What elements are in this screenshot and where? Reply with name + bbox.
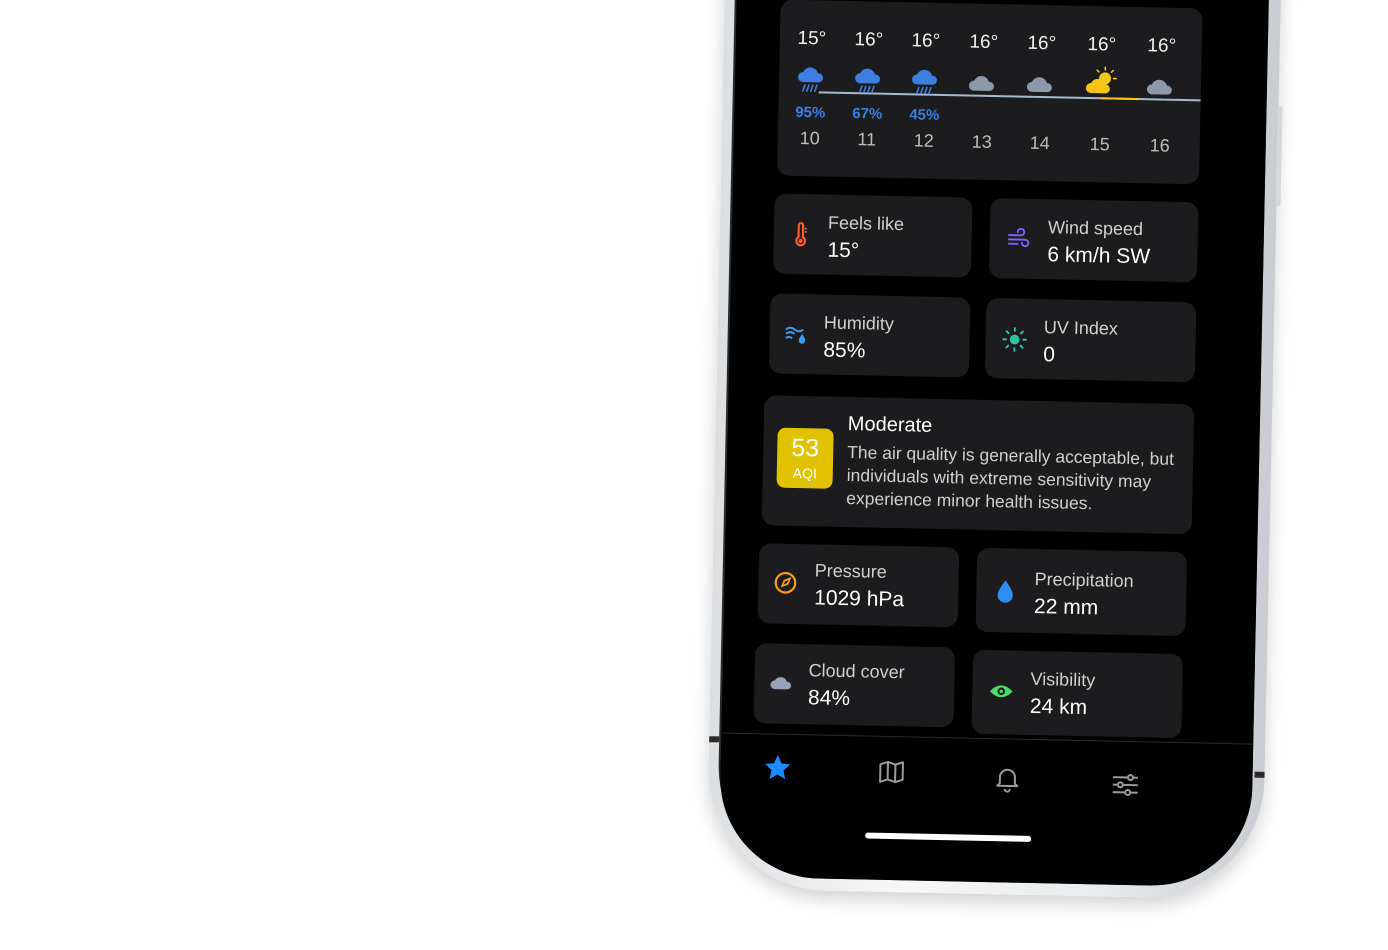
visibility-label: Visibility <box>1030 668 1096 691</box>
hourly-temp: 16° <box>1147 35 1177 57</box>
precipitation-value: 22 mm <box>1033 594 1099 620</box>
hourly-precip-chance: 67% <box>852 105 883 123</box>
aqi-description: The air quality is generally acceptable,… <box>846 442 1175 514</box>
rain-cloud-icon <box>912 69 938 95</box>
tab-bar <box>718 732 1254 885</box>
aqi-level: Moderate <box>847 413 933 437</box>
hourly-item: 16° 13 <box>953 3 1013 180</box>
air-quality-card[interactable]: 53 AQI Moderate The air quality is gener… <box>761 395 1195 535</box>
wind-icon <box>1007 227 1030 248</box>
visibility-value: 24 km <box>1029 694 1088 720</box>
humidity-icon <box>785 326 806 344</box>
pressure-value: 1029 hPa <box>813 586 905 612</box>
feels-like-value: 15° <box>827 238 860 263</box>
cloud-icon <box>1146 79 1172 95</box>
cloud-cover-label: Cloud cover <box>808 660 905 683</box>
hourly-precip-chance <box>1072 110 1128 111</box>
aqi-value: 53 <box>791 433 820 463</box>
hourly-hour: 13 <box>971 131 992 152</box>
star-icon[interactable] <box>762 752 793 783</box>
rain-cloud-icon <box>798 67 824 93</box>
aqi-badge: 53 AQI <box>776 427 834 489</box>
pressure-label: Pressure <box>814 560 887 582</box>
sliders-icon[interactable] <box>1110 770 1141 801</box>
gauge-icon <box>774 571 797 594</box>
hourly-precip-chance <box>954 107 1010 108</box>
hourly-temp: 16° <box>911 30 941 52</box>
hourly-hour: 10 <box>799 127 821 149</box>
sun-icon <box>1002 327 1027 352</box>
hourly-item: 16° 15 <box>1071 6 1131 183</box>
hourly-forecast-card: 15° 95% 10 16° 67% 11 16° 45% 12 16° 13 16° 14 16° 15 1… <box>777 0 1203 185</box>
antenna-band <box>709 736 720 743</box>
hourly-hour: 15 <box>1089 134 1110 155</box>
pressure-card[interactable]: Pressure 1029 hPa <box>757 543 960 628</box>
hourly-hour: 14 <box>1029 132 1050 154</box>
hourly-precip-chance: 45% <box>909 106 940 124</box>
app-screen: 15° 95% 10 16° 67% 11 16° 45% 12 16° 13 16° 14 16° 15 1… <box>718 0 1270 888</box>
home-indicator[interactable] <box>865 832 1032 842</box>
humidity-card[interactable]: Humidity 85% <box>768 293 971 378</box>
hourly-item: 16° 16 <box>1131 7 1191 184</box>
wind-speed-card[interactable]: Wind speed 6 km/h SW <box>988 197 1199 283</box>
aqi-unit: AQI <box>792 464 818 482</box>
bell-icon[interactable] <box>992 763 1023 794</box>
hourly-temp: 16° <box>1027 32 1057 55</box>
cloud-icon <box>770 677 792 690</box>
hourly-temp: 16° <box>854 29 884 51</box>
humidity-value: 85% <box>823 338 866 363</box>
feels-like-card[interactable]: Feels like 15° <box>772 193 973 278</box>
hourly-temp: 16° <box>1087 33 1117 56</box>
uv-index-label: UV Index <box>1043 317 1119 339</box>
phone-frame: 15° 95% 10 16° 67% 11 16° 45% 12 16° 13 16° 14 16° 15 1… <box>706 0 1283 900</box>
hourly-hour: 16 <box>1149 135 1170 156</box>
uv-index-card[interactable]: UV Index 0 <box>984 297 1197 383</box>
antenna-band <box>1254 771 1265 778</box>
hourly-item: 15° 95% 10 <box>781 0 841 177</box>
cloud-cover-card[interactable]: Cloud cover 84% <box>753 643 956 728</box>
hourly-hour: 11 <box>857 129 877 150</box>
hourly-precip-chance: 95% <box>795 103 826 122</box>
rain-cloud-icon <box>855 68 881 94</box>
hourly-hour: 12 <box>913 130 934 151</box>
wind-speed-label: Wind speed <box>1047 217 1144 240</box>
droplet-icon <box>997 580 1013 603</box>
hourly-item: 16° 67% 11 <box>838 1 898 178</box>
hourly-precip-chance <box>1132 111 1188 112</box>
cloud-icon <box>1026 77 1052 93</box>
hourly-precip-chance <box>1012 108 1068 109</box>
partly-sunny-icon <box>1085 66 1117 94</box>
wind-speed-value: 6 km/h SW <box>1047 243 1151 269</box>
hourly-temp: 16° <box>969 31 999 54</box>
eye-icon <box>989 685 1013 698</box>
map-icon[interactable] <box>876 757 907 788</box>
uv-index-value: 0 <box>1043 343 1056 367</box>
cloud-icon <box>968 76 994 91</box>
feels-like-label: Feels like <box>827 212 905 235</box>
humidity-label: Humidity <box>823 312 895 334</box>
precipitation-label: Precipitation <box>1034 568 1134 592</box>
visibility-card[interactable]: Visibility 24 km <box>971 649 1184 739</box>
hourly-temp: 15° <box>797 27 827 50</box>
precipitation-card[interactable]: Precipitation 22 mm <box>975 547 1188 637</box>
hourly-item: 16° 14 <box>1011 4 1071 181</box>
side-button <box>1275 105 1283 207</box>
cloud-cover-value: 84% <box>807 686 851 711</box>
thermometer-icon <box>795 222 807 247</box>
hourly-item: 16° 45% 12 <box>895 2 955 179</box>
